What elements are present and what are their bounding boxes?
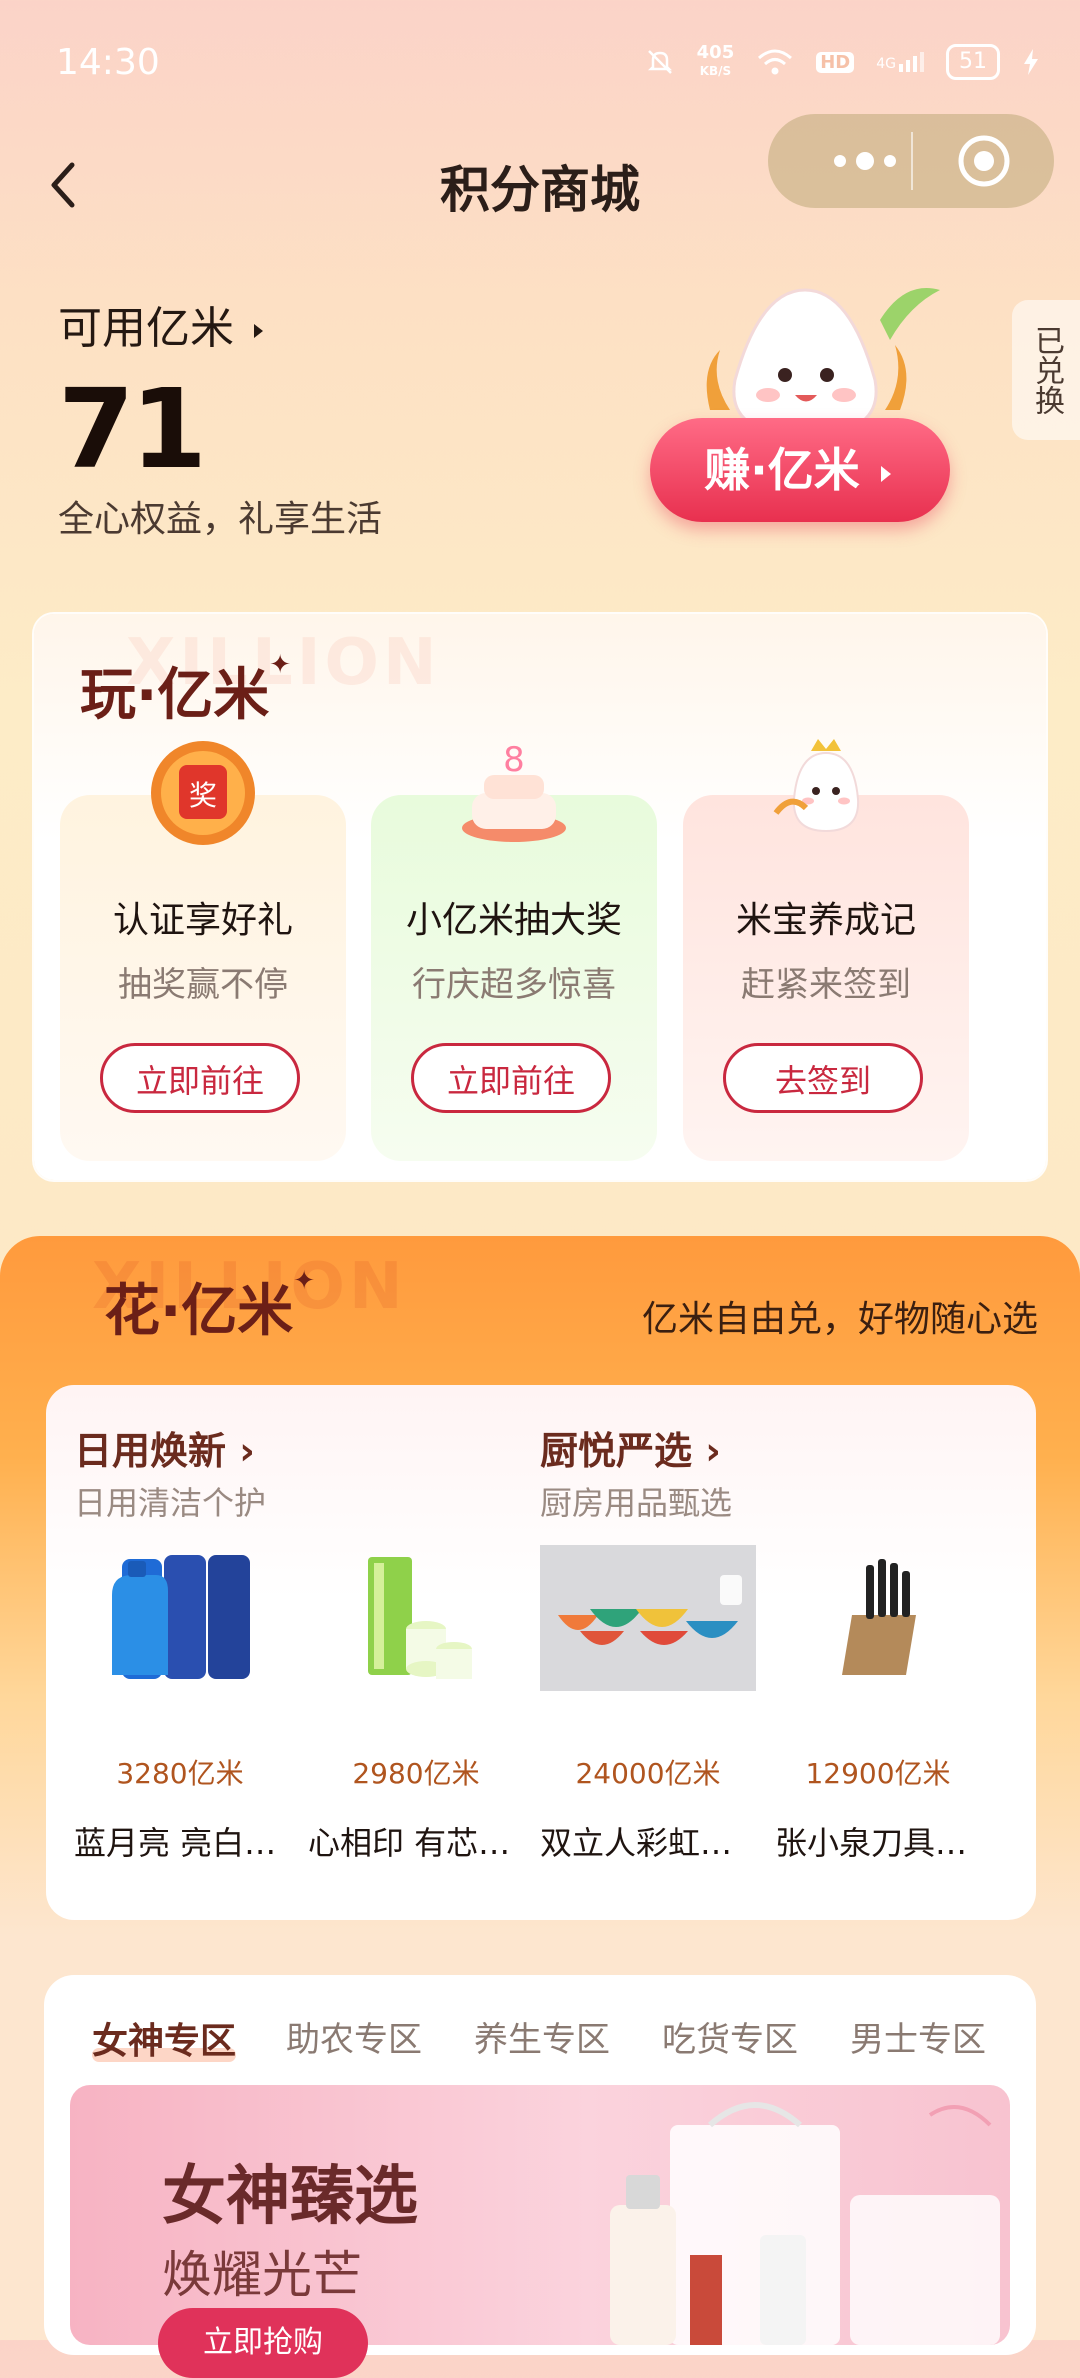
battery-icon: 51 — [946, 44, 1000, 80]
product-image-knives[interactable] — [770, 1545, 986, 1691]
spend-slogan: 亿米自由兑，好物随心选 — [641, 1299, 1038, 1340]
play-item-lottery[interactable]: 8 小亿米抽大奖 行庆超多惊喜 立即前往 — [371, 740, 657, 1161]
target-icon[interactable] — [956, 133, 1012, 189]
mascot-icon — [773, 739, 860, 833]
product-price: 2980亿米 — [352, 1757, 480, 1790]
product-image-tissue[interactable] — [308, 1545, 524, 1691]
status-icons: 405 KB/S HD 4G 51 — [645, 44, 1040, 80]
miniapp-capsule — [768, 114, 1054, 208]
spend-title: 花·亿米✦ — [104, 1266, 316, 1344]
caret-right-icon — [254, 324, 263, 338]
category-daily-sub: 日用清洁个护 — [74, 1484, 267, 1522]
play-title: 玩·亿米✦ — [80, 650, 292, 728]
product-price: 3280亿米 — [116, 1757, 244, 1790]
tab-farm-aid[interactable]: 助农专区 — [286, 2012, 422, 2061]
category-kitchen-sub: 厨房用品甄选 — [540, 1484, 733, 1522]
clock: 14:30 — [56, 42, 160, 83]
exchanged-tab[interactable]: 已兑换 — [1012, 300, 1080, 440]
prize-icon: 奖 — [151, 741, 255, 845]
wifi-icon — [758, 49, 793, 75]
product-image-detergent[interactable] — [72, 1545, 288, 1691]
category-kitchen[interactable]: 厨悦严选 › — [540, 1420, 721, 1475]
status-bar: 14:30 405 KB/S HD 4G 51 — [0, 0, 1080, 130]
product-price: 24000亿米 — [575, 1757, 721, 1790]
product-name[interactable]: 张小泉刀具… — [775, 1818, 991, 1864]
product-name[interactable]: 双立人彩虹… — [540, 1818, 756, 1864]
product-price: 12900亿米 — [805, 1757, 951, 1790]
more-dots-icon[interactable] — [810, 139, 920, 183]
play-item-signin[interactable]: 米宝养成记 赶紧来签到 去签到 — [683, 739, 969, 1161]
points-slogan: 全心权益，礼享生活 — [58, 499, 383, 540]
caret-right-icon — [880, 465, 891, 482]
go-button[interactable]: 立即前往 — [411, 1043, 611, 1113]
charging-icon — [1024, 49, 1038, 75]
banner-subtitle: 焕耀光芒 — [162, 2246, 362, 2304]
tab-men[interactable]: 男士专区 — [850, 2012, 986, 2061]
tab-foodie[interactable]: 吃货专区 — [662, 2012, 798, 2061]
hd-badge: HD — [816, 51, 855, 73]
sparkle-icon: ✦ — [269, 650, 292, 680]
points-value: 71 — [58, 365, 207, 493]
play-item-verify[interactable]: 奖 认证享好礼 抽奖赢不停 立即前往 — [60, 741, 346, 1161]
capsule-divider — [911, 132, 913, 190]
chevron-right-icon: › — [705, 1429, 721, 1473]
product-name[interactable]: 心相印 有芯… — [308, 1818, 524, 1864]
banner-buy-button[interactable]: 立即抢购 — [158, 2308, 368, 2378]
signal-icon: 4G — [876, 52, 924, 72]
product-image-bowls[interactable] — [540, 1545, 756, 1691]
chevron-right-icon: › — [239, 1429, 255, 1473]
svg-text:8: 8 — [503, 740, 525, 780]
sparkle-icon: ✦ — [293, 1266, 316, 1296]
svg-text:奖: 奖 — [189, 779, 217, 812]
signin-button[interactable]: 去签到 — [723, 1043, 923, 1113]
net-speed: 405 KB/S — [696, 42, 735, 79]
tab-wellness[interactable]: 养生专区 — [474, 2012, 610, 2061]
category-daily[interactable]: 日用焕新 › — [74, 1420, 255, 1475]
tab-goddess[interactable]: 女神专区 — [92, 2012, 236, 2064]
banner-title: 女神臻选 — [162, 2160, 418, 2234]
go-button[interactable]: 立即前往 — [100, 1043, 300, 1113]
available-points-label[interactable]: 可用亿米 — [58, 292, 268, 356]
earn-points-button[interactable]: 赚·亿米 — [650, 418, 950, 522]
cake-icon: 8 — [462, 740, 566, 842]
mute-icon — [647, 50, 672, 74]
product-name[interactable]: 蓝月亮 亮白… — [74, 1818, 290, 1864]
